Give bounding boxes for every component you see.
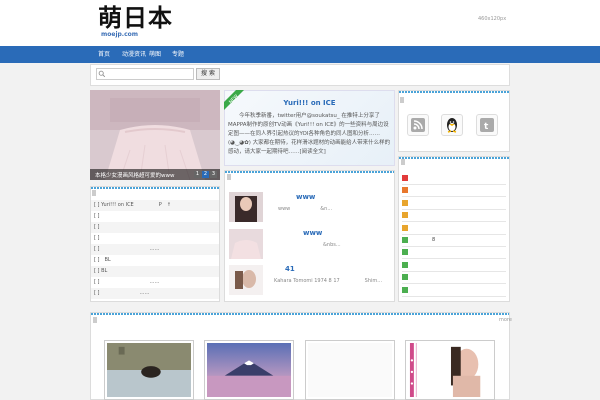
slider-page-2[interactable]: 2	[202, 171, 209, 178]
rank-number-badge	[402, 274, 408, 281]
post-title[interactable]: www	[296, 193, 315, 201]
svg-text:t: t	[484, 122, 489, 132]
rank-number-badge	[402, 261, 408, 268]
featured-excerpt: 今年秋季新番，twitter用户@soukatsu_ 在推特上分享了MAPPA制…	[228, 113, 391, 155]
category-row[interactable]: [ ] BL	[91, 255, 219, 266]
slider-caption[interactable]: 本格少女漫画风格超可爱的www	[95, 171, 175, 179]
rank-number-badge	[402, 175, 408, 181]
category-row[interactable]: [ ]	[91, 233, 219, 244]
rank-number-badge	[402, 224, 408, 231]
category-row[interactable]: [ ] ……	[91, 244, 219, 255]
social-panel-marker	[400, 97, 404, 103]
gallery-thumbnail[interactable]	[104, 340, 194, 400]
search-icon	[98, 70, 106, 78]
rank-number-badge	[402, 249, 408, 256]
ranking-row[interactable]	[402, 209, 506, 223]
ranking-row[interactable]	[402, 246, 506, 260]
rank-number-badge	[402, 286, 408, 293]
post-meta: Kahara Tomomi 1974 8 17 Shim...	[274, 278, 383, 284]
gallery-panel-marker	[93, 317, 97, 323]
rss-icon[interactable]	[407, 114, 429, 136]
rank-number-badge	[402, 187, 408, 194]
nav-item-news[interactable]: 动漫资讯	[122, 46, 146, 63]
slider-image[interactable]	[90, 90, 220, 180]
post-title[interactable]: 41	[285, 265, 295, 273]
ranking-row[interactable]	[402, 284, 506, 297]
nav-item-home[interactable]: 首页	[98, 46, 110, 63]
category-row[interactable]: [ ] ……	[91, 288, 219, 299]
main-navbar: 首页 动漫资讯 萌图 专题	[0, 46, 600, 63]
post-thumbnail[interactable]	[229, 265, 263, 295]
post-thumbnail[interactable]	[229, 192, 263, 222]
qq-icon[interactable]	[441, 114, 463, 136]
post-meta: www &n...	[278, 206, 333, 212]
ranking-panel-marker	[401, 159, 405, 165]
site-logo[interactable]: 萌日本	[98, 4, 173, 32]
search-button[interactable]: 搜 索	[196, 68, 220, 80]
category-row[interactable]: [ ] BL	[91, 266, 219, 277]
gallery-thumbnail[interactable]	[305, 340, 395, 400]
search-input[interactable]	[96, 68, 194, 80]
slider-page-3[interactable]: 3	[210, 171, 217, 178]
post-title[interactable]: www	[303, 229, 322, 237]
rank-number-badge	[402, 199, 408, 206]
post-thumbnail[interactable]	[229, 229, 263, 259]
gallery-thumbnail[interactable]	[204, 340, 294, 400]
site-logo-domain[interactable]: moejp.com	[101, 31, 138, 38]
ranking-row[interactable]	[402, 222, 506, 235]
post-meta: &nbs...	[278, 242, 341, 248]
nav-item-pictures[interactable]: 萌图	[149, 46, 161, 63]
ranking-row[interactable]	[402, 259, 506, 272]
tumblr-icon[interactable]: t	[476, 114, 498, 136]
ranking-row[interactable]: 8	[402, 234, 506, 247]
category-row[interactable]: [ ]	[91, 222, 219, 233]
gallery-more-link[interactable]: more	[499, 317, 512, 323]
site-header	[0, 0, 600, 46]
header-ad-placeholder: 460x120px	[478, 16, 507, 22]
ranking-row-text: 8	[412, 237, 436, 243]
ranking-row[interactable]	[402, 184, 506, 198]
posts-panel-marker	[227, 174, 231, 180]
category-panel-marker	[92, 190, 96, 196]
category-row[interactable]: [ ] ……	[91, 277, 219, 288]
category-row[interactable]: [ ] Yuri!!! on ICE P ↑	[91, 200, 219, 211]
category-row[interactable]: [ ]	[91, 211, 219, 222]
ranking-row[interactable]	[402, 197, 506, 210]
slider-page-1[interactable]: 1	[194, 171, 201, 178]
rank-number-badge	[402, 212, 408, 219]
ranking-row[interactable]	[402, 172, 506, 185]
featured-title[interactable]: Yuri!!! on ICE	[224, 99, 395, 107]
nav-item-topics[interactable]: 专题	[172, 46, 184, 63]
ranking-row[interactable]	[402, 271, 506, 285]
rank-number-badge	[402, 237, 408, 243]
gallery-thumbnail[interactable]	[405, 340, 495, 400]
